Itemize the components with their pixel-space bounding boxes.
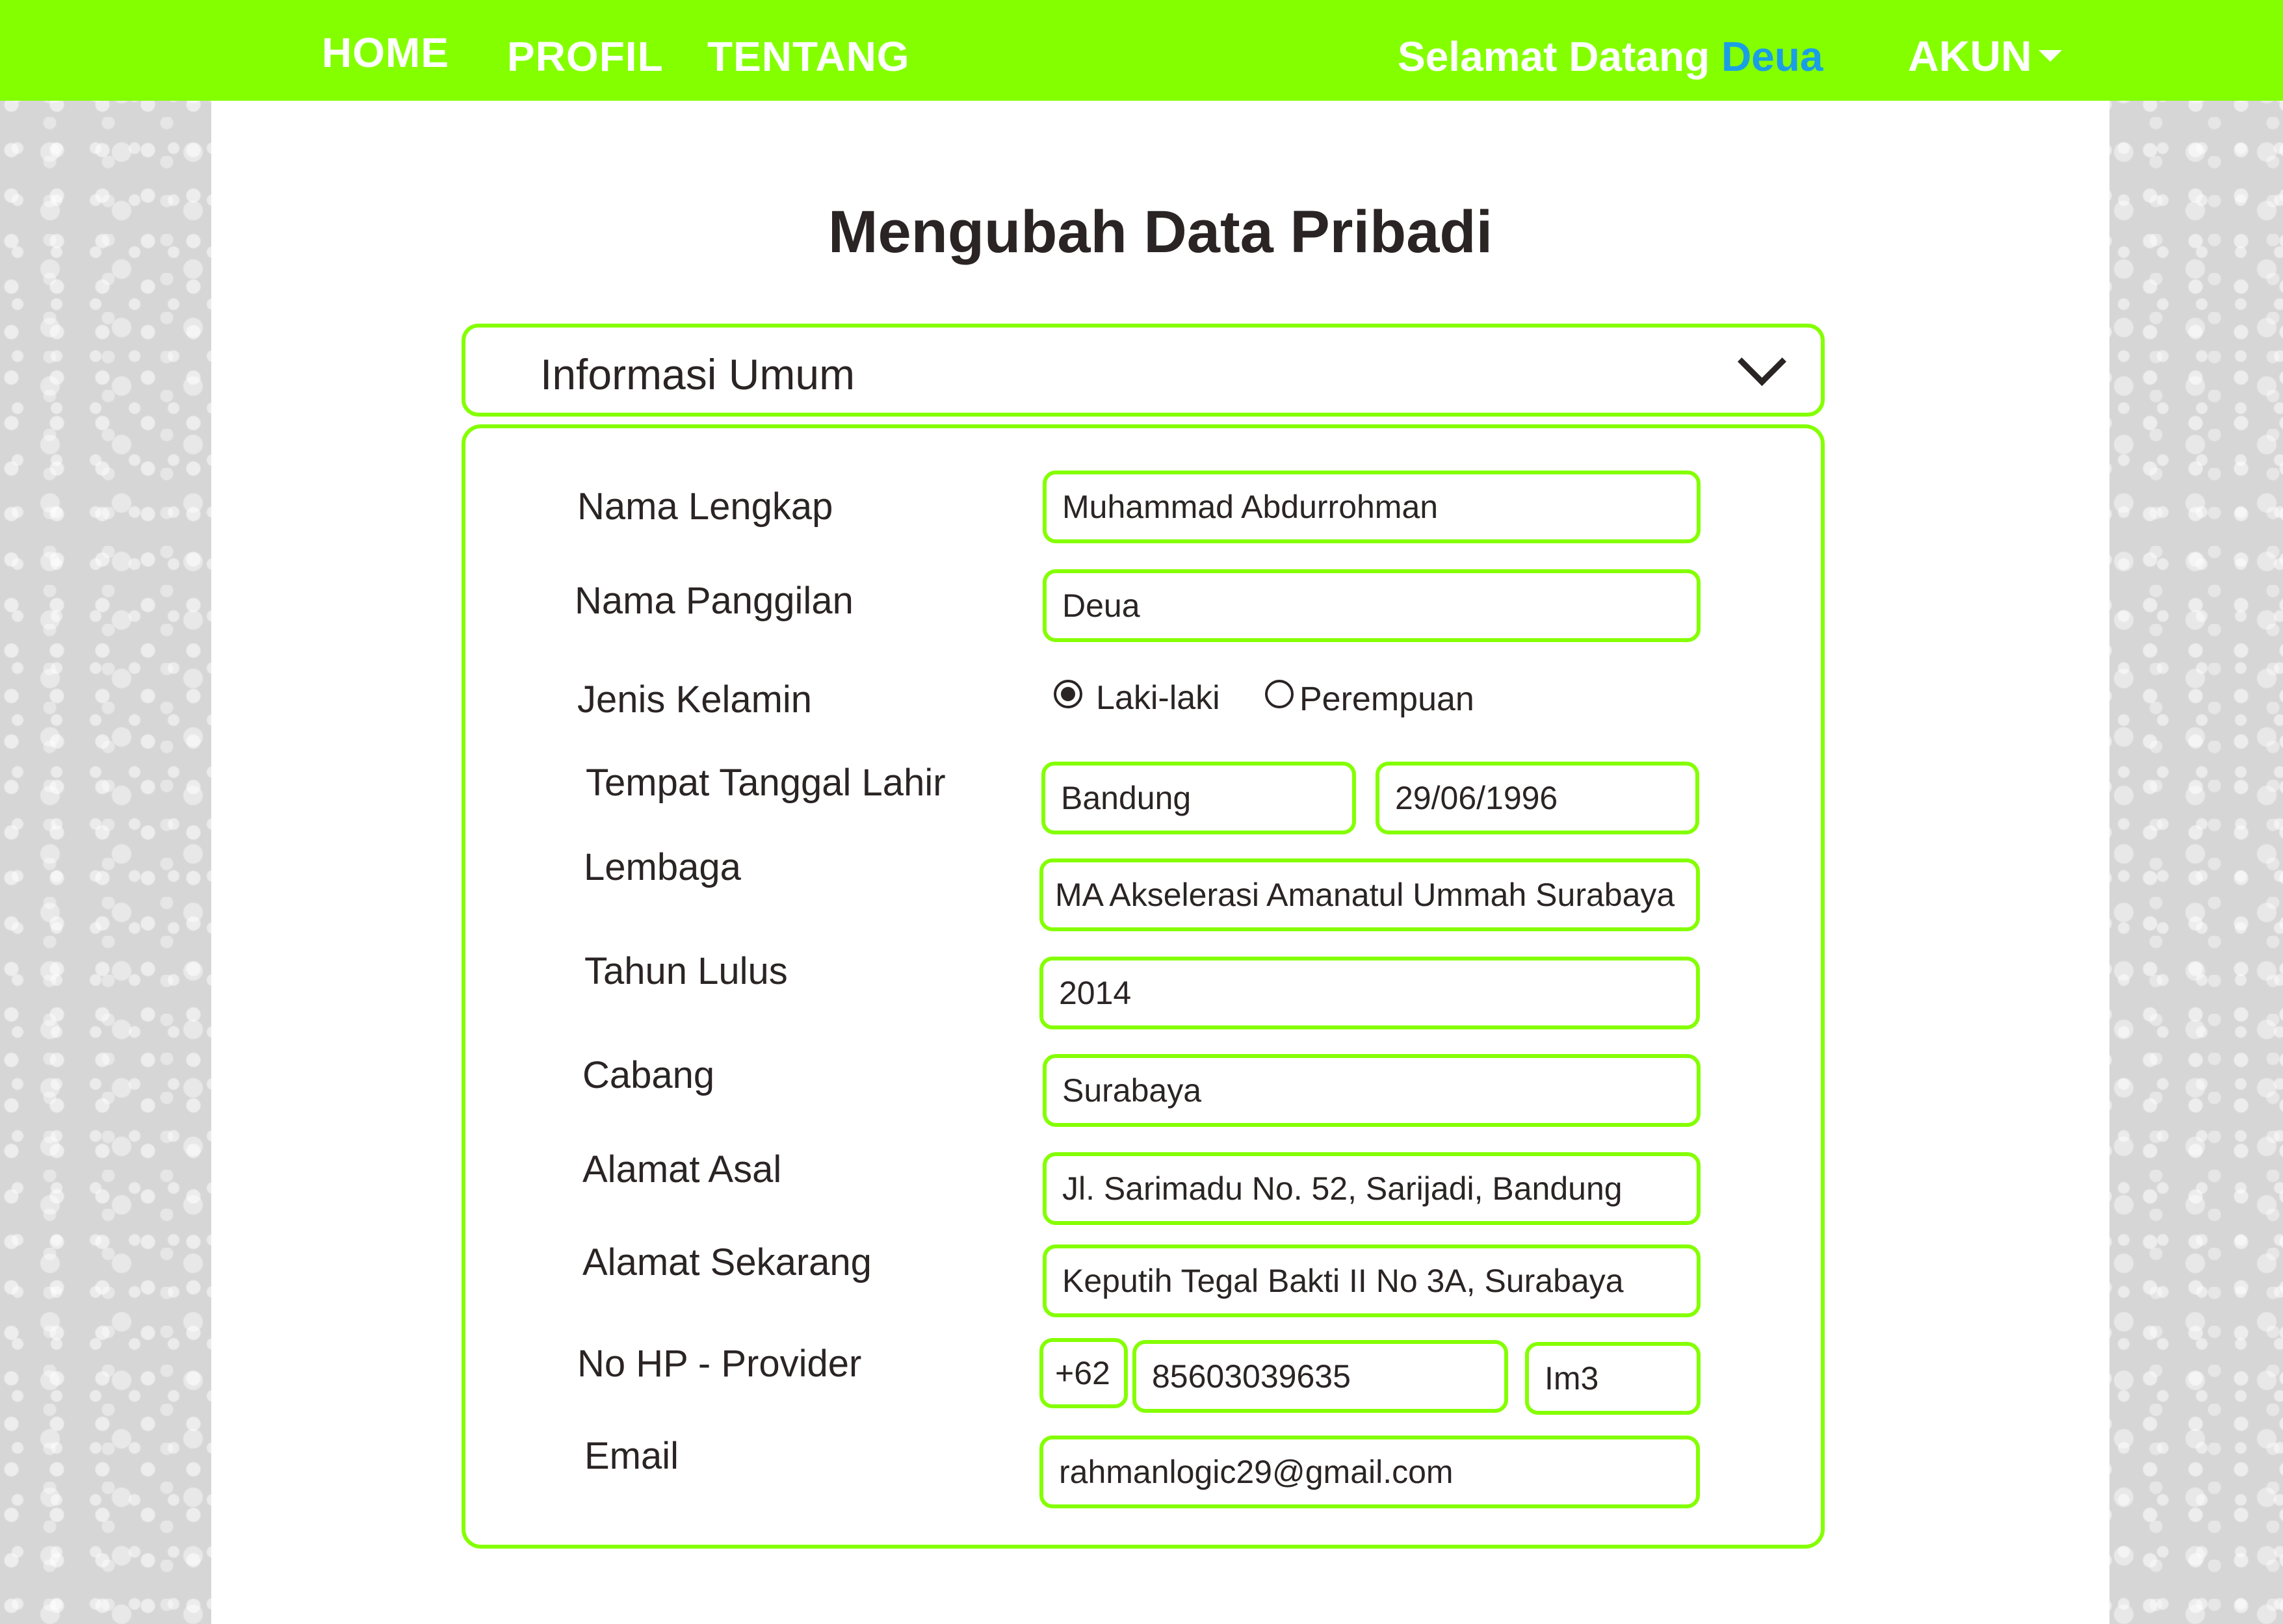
nav-about-link[interactable]: TENTANG <box>707 32 910 81</box>
welcome-message: Selamat Datang Deua <box>1398 32 1823 81</box>
account-menu[interactable]: AKUN <box>1908 31 2062 81</box>
personal-data-form: Nama Lengkap Nama Panggilan Jenis Kelami… <box>462 424 1825 1549</box>
chevron-down-icon[interactable] <box>1738 337 1786 386</box>
account-menu-label: AKUN <box>1908 32 2032 80</box>
label-nickname: Nama Panggilan <box>575 580 854 622</box>
full-name-input[interactable] <box>1043 470 1701 543</box>
welcome-text: Selamat Datang <box>1398 33 1710 80</box>
phone-country-code-input[interactable] <box>1039 1338 1128 1408</box>
label-email: Email <box>584 1435 679 1477</box>
top-nav-bar: HOME PROFIL TENTANG Selamat Datang Deua … <box>0 0 2283 101</box>
label-full-name: Nama Lengkap <box>577 485 833 528</box>
label-institution: Lembaga <box>584 846 741 888</box>
caret-down-icon <box>2038 49 2062 62</box>
origin-address-input[interactable] <box>1043 1152 1701 1225</box>
gender-female-label[interactable]: Perempuan <box>1299 680 1474 719</box>
label-origin-address: Alamat Asal <box>582 1148 782 1191</box>
nav-profile-link[interactable]: PROFIL <box>507 32 664 81</box>
birth-date-input[interactable] <box>1376 762 1699 834</box>
label-current-address: Alamat Sekarang <box>582 1241 872 1283</box>
page-title: Mengubah Data Pribadi <box>828 199 1493 265</box>
phone-provider-input[interactable] <box>1525 1342 1701 1415</box>
label-graduation-year: Tahun Lulus <box>584 950 788 992</box>
main-content: Mengubah Data Pribadi Informasi Umum Nam… <box>211 101 2109 1624</box>
gender-male-label[interactable]: Laki-laki <box>1096 678 1220 717</box>
phone-number-input[interactable] <box>1132 1340 1508 1413</box>
section-header-general-info[interactable]: Informasi Umum <box>462 324 1825 417</box>
nickname-input[interactable] <box>1043 569 1701 642</box>
section-title: Informasi Umum <box>540 350 855 398</box>
label-gender: Jenis Kelamin <box>577 678 813 721</box>
birth-place-input[interactable] <box>1041 762 1356 834</box>
gender-female-radio[interactable] <box>1265 680 1294 708</box>
label-branch: Cabang <box>582 1054 715 1096</box>
gender-male-radio[interactable] <box>1054 680 1082 708</box>
graduation-year-input[interactable] <box>1039 957 1700 1029</box>
email-input[interactable] <box>1039 1436 1700 1508</box>
current-address-input[interactable] <box>1043 1244 1701 1317</box>
branch-input[interactable] <box>1043 1054 1701 1127</box>
label-phone-provider: No HP - Provider <box>577 1343 862 1385</box>
institution-input[interactable] <box>1039 858 1700 931</box>
nav-home-link[interactable]: HOME <box>322 29 449 77</box>
welcome-username: Deua <box>1721 33 1823 80</box>
label-birth-place-date: Tempat Tanggal Lahir <box>586 762 946 804</box>
